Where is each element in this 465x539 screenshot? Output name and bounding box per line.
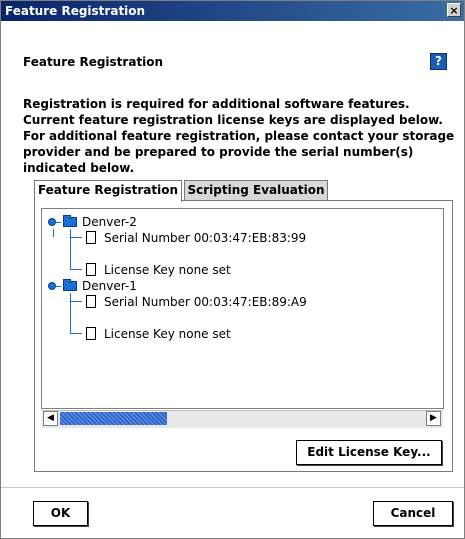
horizontal-scrollbar[interactable]: ◀ ▶ [42, 410, 443, 428]
document-icon [86, 231, 96, 244]
close-button[interactable]: × [447, 3, 461, 17]
help-button[interactable]: ? [430, 53, 447, 70]
window-title: Feature Registration [5, 4, 146, 18]
feature-tree[interactable]: Denver-2 Serial Number 00:03:47:EB:83:99… [41, 208, 444, 409]
edit-license-key-button[interactable]: Edit License Key... [296, 440, 442, 465]
tree-leaf-label: Serial Number 00:03:47:EB:83:99 [104, 231, 307, 245]
tree-node-label: Denver-1 [82, 279, 137, 293]
scrollbar-thumb[interactable] [60, 412, 167, 425]
scroll-right-button[interactable]: ▶ [426, 411, 441, 426]
ok-button[interactable]: OK [33, 501, 88, 526]
document-icon [86, 295, 96, 308]
tree-connector [55, 286, 61, 287]
tree-leaf-serial-number[interactable]: Serial Number 00:03:47:EB:89:A9 [42, 294, 442, 310]
folder-icon [63, 215, 77, 227]
document-icon [86, 263, 96, 276]
registration-description: Registration is required for additional … [23, 97, 455, 175]
tree-connector [55, 222, 61, 223]
page-title: Feature Registration [23, 55, 164, 69]
title-bar[interactable]: Feature Registration × [1, 1, 464, 21]
document-icon [86, 327, 96, 340]
tree-leaf-license-key[interactable]: License Key none set [42, 326, 442, 342]
feature-registration-dialog: Feature Registration × Feature Registrat… [0, 0, 465, 539]
tree-node-label: Denver-2 [82, 215, 137, 229]
tree-node-denver-2[interactable]: Denver-2 [42, 214, 442, 230]
tab-feature-registration[interactable]: Feature Registration [34, 180, 182, 202]
tree-node-denver-1[interactable]: Denver-1 [42, 278, 442, 294]
tree-leaf-label: License Key none set [104, 327, 231, 341]
tree-leaf-serial-number[interactable]: Serial Number 00:03:47:EB:83:99 [42, 230, 442, 246]
scroll-left-button[interactable]: ◀ [43, 411, 58, 426]
folder-icon [63, 279, 77, 291]
tab-scripting-evaluation[interactable]: Scripting Evaluation [184, 180, 328, 200]
tree-leaf-label: Serial Number 00:03:47:EB:89:A9 [104, 295, 307, 309]
divider [1, 487, 464, 488]
tree-leaf-label: License Key none set [104, 263, 231, 277]
cancel-button[interactable]: Cancel [373, 501, 453, 526]
tree-leaf-license-key[interactable]: License Key none set [42, 262, 442, 278]
